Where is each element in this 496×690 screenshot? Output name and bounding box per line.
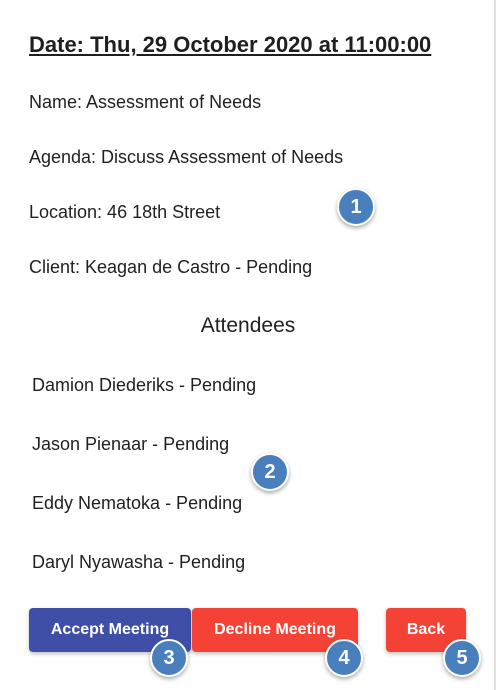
attendee-item: Jason Pienaar - Pending	[32, 434, 230, 454]
meeting-date-title: Date: Thu, 29 October 2020 at 11:00:00	[29, 32, 432, 57]
attendee-item: Eddy Nematoka - Pending	[32, 493, 243, 513]
meeting-client: Client: Keagan de Castro - Pending	[29, 257, 313, 277]
meeting-agenda: Agenda: Discuss Assessment of Needs	[29, 147, 344, 167]
callout-badge-3: 3	[150, 639, 188, 677]
attendee-item: Daryl Nyawasha - Pending	[32, 552, 246, 572]
callout-badge-4: 4	[325, 639, 363, 677]
callout-badge-5: 5	[443, 639, 481, 677]
attendees-heading: Attendees	[200, 314, 296, 337]
callout-badge-2: 2	[251, 453, 289, 491]
meeting-location: Location: 46 18th Street	[29, 202, 221, 222]
attendee-item: Damion Diederiks - Pending	[32, 375, 257, 395]
callout-badge-1: 1	[337, 188, 375, 226]
meeting-name: Name: Assessment of Needs	[29, 92, 262, 112]
